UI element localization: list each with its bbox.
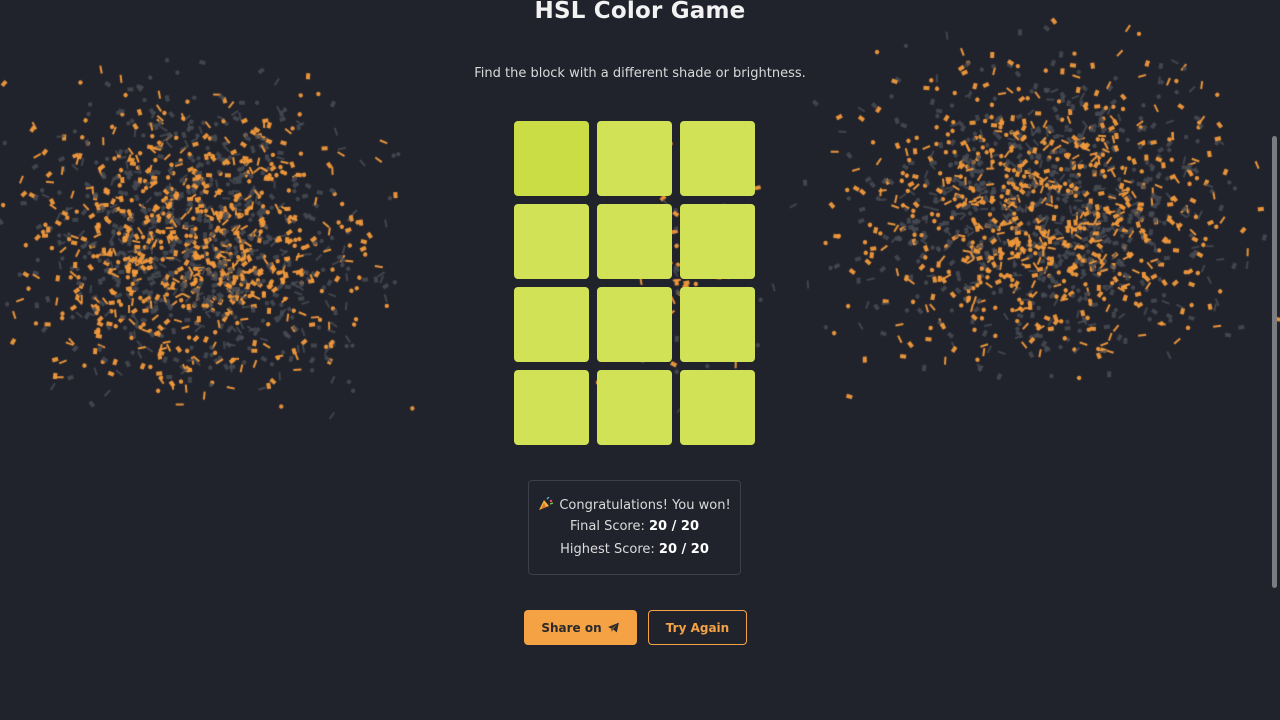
color-tile[interactable] bbox=[680, 287, 755, 362]
color-tile[interactable] bbox=[597, 121, 672, 196]
final-score-label: Final Score: bbox=[569, 519, 645, 534]
color-tile[interactable] bbox=[597, 287, 672, 362]
color-tile[interactable] bbox=[514, 287, 589, 362]
color-tile[interactable] bbox=[597, 370, 672, 445]
color-tile[interactable] bbox=[680, 204, 755, 279]
party-popper-icon bbox=[539, 497, 554, 510]
game-instructions: Find the block with a different shade or… bbox=[474, 66, 806, 81]
color-tile[interactable] bbox=[680, 121, 755, 196]
share-button[interactable]: Share on bbox=[524, 610, 637, 645]
try-again-button[interactable]: Try Again bbox=[648, 610, 747, 645]
color-tile[interactable] bbox=[514, 370, 589, 445]
highest-score-value: 20 / 20 bbox=[658, 542, 709, 557]
scrollbar[interactable] bbox=[1268, 0, 1280, 720]
scrollbar-thumb[interactable] bbox=[1272, 136, 1277, 588]
win-message: Congratulations! You won! bbox=[559, 498, 731, 513]
highest-score-label: Highest Score: bbox=[560, 542, 655, 557]
color-tile-grid bbox=[514, 121, 755, 445]
color-tile[interactable] bbox=[597, 204, 672, 279]
result-panel: Congratulations! You won! Final Score: 2… bbox=[528, 480, 741, 575]
color-tile[interactable] bbox=[514, 204, 589, 279]
final-score-row: Final Score: 20 / 20 bbox=[529, 519, 740, 534]
share-button-label: Share on bbox=[541, 620, 602, 635]
telegram-send-icon bbox=[607, 622, 619, 633]
highest-score-row: Highest Score: 20 / 20 bbox=[529, 542, 740, 557]
color-tile[interactable] bbox=[680, 370, 755, 445]
win-message-row: Congratulations! You won! bbox=[529, 497, 740, 513]
page-title: HSL Color Game bbox=[534, 0, 746, 24]
color-tile[interactable] bbox=[514, 121, 589, 196]
final-score-value: 20 / 20 bbox=[649, 519, 699, 534]
